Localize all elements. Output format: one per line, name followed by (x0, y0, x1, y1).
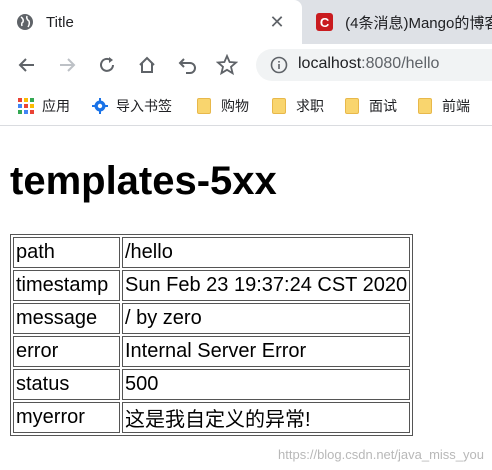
page-content: templates-5xx path/hello timestamp Sun Fe… (0, 127, 492, 470)
bookmark-import-label: 导入书签 (116, 98, 172, 114)
bookmark-interview-label: 面试 (369, 98, 397, 114)
bookmark-jobs[interactable]: 求职 (272, 95, 324, 117)
tab-csdn-label: (4条消息)Mango的博客 (345, 14, 492, 32)
bookmark-shopping[interactable]: 购物 (197, 95, 249, 117)
error-table: path/hello timestamp Sun Feb 23 19:37:24 … (10, 234, 414, 436)
url-host: localhost (298, 55, 362, 72)
reload-icon[interactable] (94, 52, 120, 78)
gear-icon (92, 98, 108, 114)
folder-icon (418, 98, 434, 114)
page-heading: templates-5xx (10, 159, 277, 203)
bookmark-import[interactable]: 导入书签 (92, 95, 172, 117)
bookmark-shopping-label: 购物 (221, 98, 249, 114)
bookmark-apps[interactable]: 应用 (18, 95, 70, 117)
bookmark-frontend[interactable]: 前端 (418, 95, 470, 117)
site-info-icon[interactable] (270, 56, 288, 74)
csdn-favicon-icon: C (316, 13, 334, 31)
url-text: localhost:8080/hello (298, 55, 439, 73)
row-value: Internal Server Error (122, 336, 411, 367)
url-port-path: :8080/hello (361, 55, 440, 72)
bookmark-jobs-label: 求职 (296, 98, 324, 114)
tab-close-icon[interactable]: ✕ (266, 11, 288, 33)
table-row: error Internal Server Error (13, 336, 411, 367)
folder-icon (272, 98, 288, 114)
back-icon[interactable] (14, 52, 40, 78)
forward-icon[interactable] (54, 52, 80, 78)
tab-title[interactable]: Title ✕ (0, 0, 302, 44)
home-icon[interactable] (134, 52, 160, 78)
address-bar[interactable]: localhost:8080/hello (256, 49, 492, 81)
tab-title-label: Title (46, 13, 74, 31)
row-value: 500 (122, 369, 411, 400)
bookmarks-bar: 应用 导入书签 购物 求职 面试 前端 (0, 86, 492, 126)
watermark: https://blog.csdn.net/java_miss_you (278, 447, 484, 462)
undo-icon[interactable] (174, 52, 200, 78)
folder-icon (197, 98, 213, 114)
tab-strip: Title ✕ C (4条消息)Mango的博客 (0, 0, 492, 44)
row-value: 这是我自定义的异常! (122, 402, 411, 433)
row-key: message (13, 303, 120, 334)
row-key: status (13, 369, 120, 400)
bookmark-star-icon[interactable] (214, 52, 240, 78)
bookmark-apps-label: 应用 (42, 98, 70, 114)
apps-grid-icon (18, 98, 34, 114)
row-key: path (13, 237, 120, 268)
table-row: myerror 这是我自定义的异常! (13, 402, 411, 433)
row-key: error (13, 336, 120, 367)
row-value: Sun Feb 23 19:37:24 CST 2020 (122, 270, 411, 301)
row-key: timestamp (13, 270, 120, 301)
bookmark-interview[interactable]: 面试 (345, 95, 397, 117)
table-row: path/hello (13, 237, 411, 268)
row-value: / by zero (122, 303, 411, 334)
folder-icon (345, 98, 361, 114)
bookmark-frontend-label: 前端 (442, 98, 470, 114)
table-row: message / by zero (13, 303, 411, 334)
row-key: myerror (13, 402, 120, 433)
table-row: timestamp Sun Feb 23 19:37:24 CST 2020 (13, 270, 411, 301)
table-row: status 500 (13, 369, 411, 400)
globe-icon (16, 13, 34, 31)
tab-csdn[interactable]: C (4条消息)Mango的博客 (302, 0, 492, 44)
row-value: /hello (122, 237, 411, 268)
